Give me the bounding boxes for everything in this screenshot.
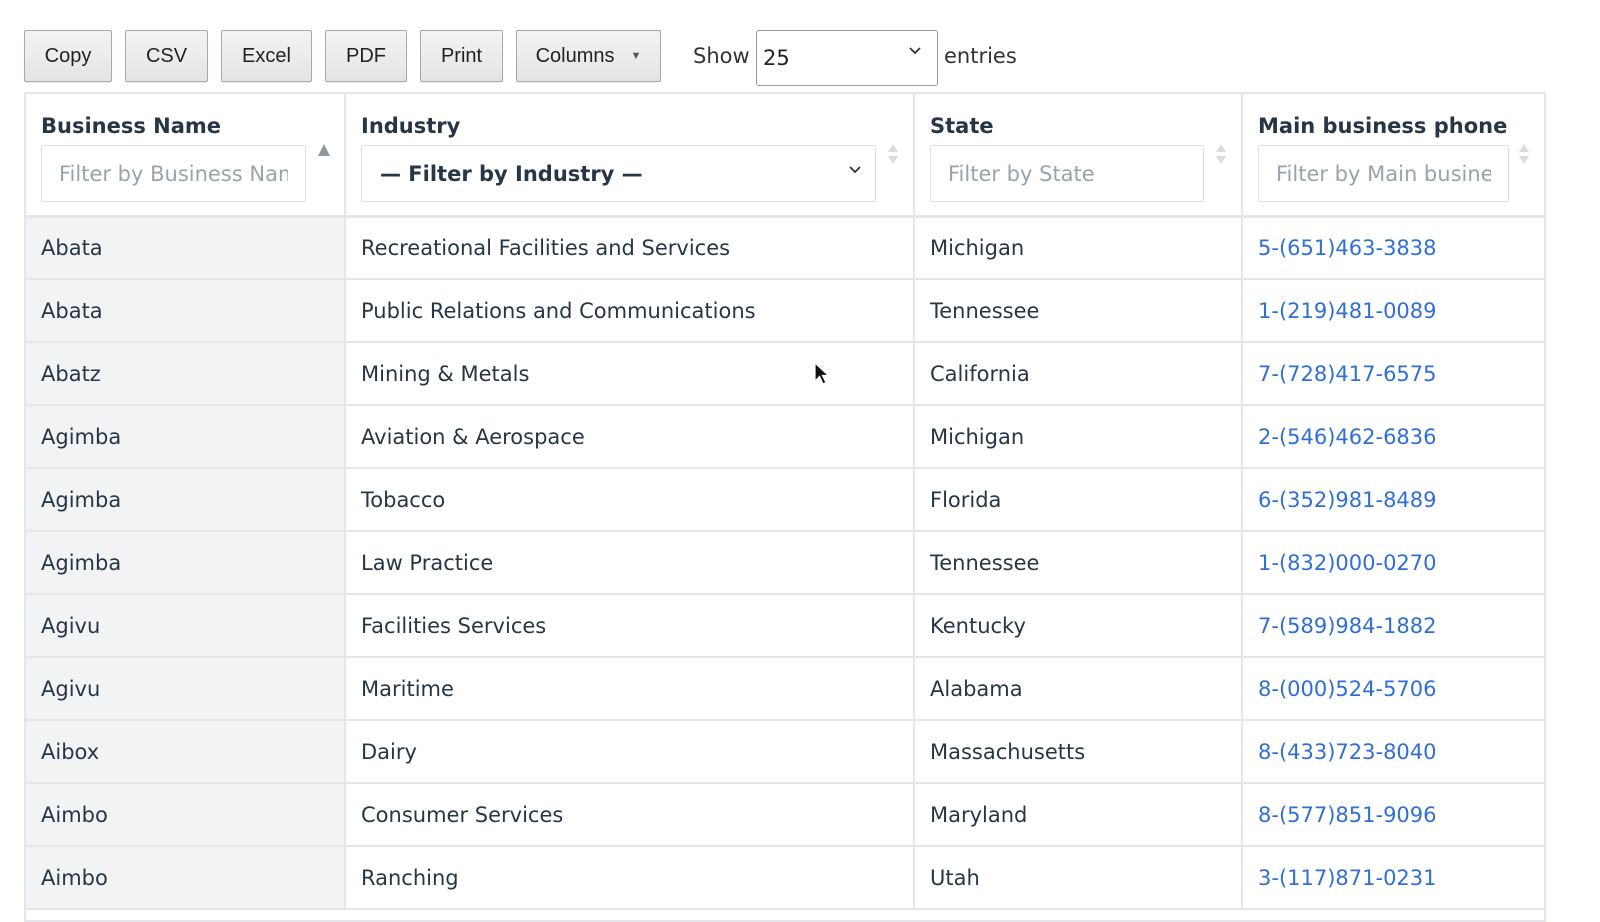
business-name-cell: Abata	[26, 216, 346, 280]
pdf-button[interactable]: PDF	[325, 30, 407, 82]
column-title: Industry	[361, 114, 461, 138]
business-name-cell: Agimba	[26, 468, 346, 532]
excel-button-label: Excel	[242, 44, 291, 67]
business-name-cell: Agimba	[26, 405, 346, 469]
state-cell: Utah	[914, 846, 1243, 910]
table-body: Abata Recreational Facilities and Service…	[26, 216, 1544, 910]
column-header-business-name[interactable]: Business Name	[26, 94, 346, 218]
sort-icon[interactable]	[887, 142, 899, 166]
table-row: Aimbo Consumer Services Maryland 8-(577)851…	[26, 783, 1544, 847]
state-cell: Kentucky	[914, 594, 1243, 658]
state-cell: Tennessee	[914, 279, 1243, 343]
phone-link[interactable]: 8-(000)524-5706	[1242, 657, 1544, 721]
table-row: Abata Public Relations and Communications…	[26, 279, 1544, 343]
chevron-down-icon	[849, 166, 861, 174]
industry-cell: Ranching	[345, 846, 915, 910]
table-row: Aibox Dairy Massachusetts 8-(433)723-8040	[26, 720, 1544, 784]
table-row: Abata Recreational Facilities and Service…	[26, 216, 1544, 280]
data-table: Business Name Industry — Filter by Indus…	[26, 94, 1544, 910]
table-row: Agivu Maritime Alabama 8-(000)524-5706	[26, 657, 1544, 721]
data-table-container: Business Name Industry — Filter by Indus…	[24, 92, 1546, 922]
state-cell: Alabama	[914, 657, 1243, 721]
columns-button-label: Columns	[535, 44, 615, 67]
columns-button[interactable]: Columns ▼	[516, 30, 661, 82]
industry-filter-value: — Filter by Industry —	[380, 161, 643, 186]
phone-link[interactable]: 7-(589)984-1882	[1242, 594, 1544, 658]
copy-button-label: Copy	[44, 44, 92, 67]
page-length-value: 25	[763, 46, 790, 70]
industry-cell: Dairy	[345, 720, 915, 784]
phone-filter-input[interactable]	[1258, 145, 1509, 202]
print-button[interactable]: Print	[420, 30, 503, 82]
table-row: Agimba Tobacco Florida 6-(352)981-8489	[26, 468, 1544, 532]
industry-filter-select[interactable]: — Filter by Industry —	[361, 145, 876, 202]
phone-link[interactable]: 8-(577)851-9096	[1242, 783, 1544, 847]
csv-button[interactable]: CSV	[125, 30, 208, 82]
column-title: Business Name	[41, 114, 222, 138]
column-header-state[interactable]: State	[914, 94, 1243, 218]
dt-toolbar: Copy CSV Excel PDF Print Columns ▼ Show 2…	[24, 30, 1124, 86]
industry-cell: Consumer Services	[345, 783, 915, 847]
business-name-cell: Aimbo	[26, 846, 346, 910]
table-row: Agivu Facilities Services Kentucky 7-(589)9…	[26, 594, 1544, 658]
mouse-cursor-icon	[814, 362, 830, 385]
phone-link[interactable]: 1-(219)481-0089	[1242, 279, 1544, 343]
state-cell: Tennessee	[914, 531, 1243, 595]
column-header-industry[interactable]: Industry — Filter by Industry —	[345, 94, 915, 218]
show-label: Show	[693, 44, 750, 68]
column-header-main-business-phone[interactable]: Main business phone	[1242, 94, 1544, 218]
table-row: Agimba Law Practice Tennessee 1-(832)000-02…	[26, 531, 1544, 595]
business-name-cell: Abata	[26, 279, 346, 343]
state-cell: Michigan	[914, 216, 1243, 280]
table-row: Abatz Mining & Metals California 7-(728)417…	[26, 342, 1544, 406]
business-name-cell: Agivu	[26, 594, 346, 658]
page-length-select[interactable]: 25	[756, 30, 938, 86]
business-name-cell: Abatz	[26, 342, 346, 406]
phone-link[interactable]: 7-(728)417-6575	[1242, 342, 1544, 406]
column-title: State	[930, 114, 994, 138]
phone-link[interactable]: 1-(832)000-0270	[1242, 531, 1544, 595]
phone-link[interactable]: 8-(433)723-8040	[1242, 720, 1544, 784]
business-name-cell: Aimbo	[26, 783, 346, 847]
copy-button[interactable]: Copy	[24, 30, 112, 82]
table-row: Aimbo Ranching Utah 3-(117)871-0231	[26, 846, 1544, 910]
excel-button[interactable]: Excel	[221, 30, 312, 82]
industry-cell: Facilities Services	[345, 594, 915, 658]
industry-cell: Maritime	[345, 657, 915, 721]
phone-link[interactable]: 2-(546)462-6836	[1242, 405, 1544, 469]
phone-link[interactable]: 5-(651)463-3838	[1242, 216, 1544, 280]
industry-cell: Law Practice	[345, 531, 915, 595]
state-cell: Massachusetts	[914, 720, 1243, 784]
business-name-filter-input[interactable]	[41, 145, 306, 202]
business-name-cell: Aibox	[26, 720, 346, 784]
entries-label: entries	[944, 44, 1017, 68]
state-cell: California	[914, 342, 1243, 406]
business-name-cell: Agivu	[26, 657, 346, 721]
csv-button-label: CSV	[145, 44, 188, 67]
state-cell: Michigan	[914, 405, 1243, 469]
sort-ascending-icon[interactable]	[318, 142, 330, 166]
industry-cell: Tobacco	[345, 468, 915, 532]
sort-icon[interactable]	[1518, 142, 1530, 166]
chevron-down-icon	[909, 47, 921, 55]
table-row: Agimba Aviation & Aerospace Michigan 2-(546…	[26, 405, 1544, 469]
state-cell: Maryland	[914, 783, 1243, 847]
industry-cell: Recreational Facilities and Services	[345, 216, 915, 280]
caret-down-icon: ▼	[630, 50, 642, 62]
column-title: Main business phone	[1258, 114, 1508, 138]
sort-icon[interactable]	[1215, 142, 1227, 166]
header-row: Business Name Industry — Filter by Indus…	[26, 94, 1544, 218]
state-filter-input[interactable]	[930, 145, 1204, 202]
industry-cell: Aviation & Aerospace	[345, 405, 915, 469]
industry-cell: Public Relations and Communications	[345, 279, 915, 343]
state-cell: Florida	[914, 468, 1243, 532]
print-button-label: Print	[440, 44, 483, 67]
phone-link[interactable]: 3-(117)871-0231	[1242, 846, 1544, 910]
pdf-button-label: PDF	[346, 44, 386, 67]
phone-link[interactable]: 6-(352)981-8489	[1242, 468, 1544, 532]
business-name-cell: Agimba	[26, 531, 346, 595]
